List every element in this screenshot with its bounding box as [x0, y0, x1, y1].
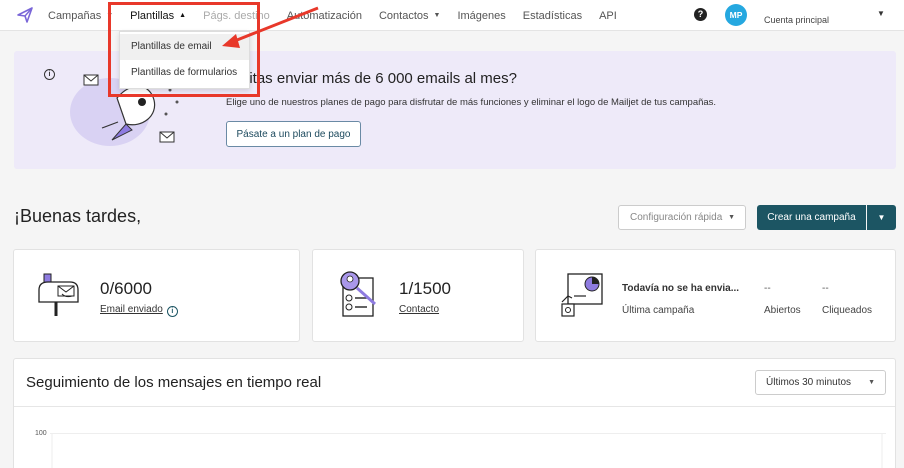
y-axis-tick-label: 100: [35, 430, 47, 437]
opened-value: --: [764, 283, 771, 294]
nav-item-campaigns[interactable]: Campañas ▼: [48, 10, 113, 22]
annotation-arrow-icon: [222, 6, 319, 48]
account-name[interactable]: Cuenta principal: [764, 15, 829, 25]
chevron-down-icon[interactable]: ▼: [877, 9, 885, 18]
emails-sent-card: 0/6000 Email enviado i: [13, 249, 300, 342]
time-range-label: Últimos 30 minutos: [766, 377, 852, 388]
contacts-card: 1/1500 Contacto: [312, 249, 524, 342]
mailjet-logo-icon[interactable]: [16, 6, 34, 24]
last-campaign-card: Todavía no se ha envia... Última campaña…: [535, 249, 896, 342]
banner-title: cesitas enviar más de 6 000 emails al me…: [226, 70, 517, 87]
chart-gridlines: [50, 433, 886, 468]
greeting-heading: ¡Buenas tardes,: [14, 206, 142, 226]
contact-list-icon: [340, 271, 376, 317]
panel-title: Seguimiento de los mensajes en tiempo re…: [26, 374, 322, 391]
nav-item-label: Estadísticas: [522, 9, 583, 22]
nav-item-label: Imágenes: [457, 9, 506, 22]
nav-item-label: Campañas: [48, 9, 102, 22]
create-campaign-button[interactable]: Crear una campaña: [757, 205, 866, 230]
chevron-down-icon: ▼: [877, 213, 886, 222]
create-campaign-options-button[interactable]: ▼: [867, 205, 896, 230]
last-campaign-title[interactable]: Todavía no se ha envia...: [622, 283, 739, 294]
divider: [14, 406, 895, 407]
upgrade-plan-button[interactable]: Pásate a un plan de pago: [226, 121, 361, 147]
opened-label: Abiertos: [764, 305, 801, 316]
clicked-label: Cliqueados: [822, 305, 873, 316]
chevron-down-icon: ▼: [433, 12, 441, 19]
mailbox-icon: [38, 273, 79, 316]
info-icon[interactable]: i: [166, 306, 178, 317]
quick-setup-select[interactable]: Configuración rápida ▼: [618, 205, 746, 230]
contacts-link[interactable]: Contacto: [399, 304, 439, 315]
emails-sent-value: 0/6000: [100, 279, 152, 298]
nav-item-label: Contactos: [378, 9, 429, 22]
chevron-down-icon: ▼: [868, 379, 875, 386]
nav-item-statistics[interactable]: Estadísticas: [523, 10, 582, 22]
banner-subtitle: Elige uno de nuestros planes de pago par…: [226, 97, 717, 108]
nav-item-contacts[interactable]: Contactos ▼: [379, 10, 440, 22]
avatar[interactable]: MP: [725, 4, 747, 26]
emails-sent-link[interactable]: Email enviado i: [100, 304, 178, 317]
nav-item-api[interactable]: API: [599, 10, 617, 22]
contacts-value: 1/1500: [399, 279, 451, 298]
info-icon[interactable]: i: [44, 69, 55, 80]
emails-sent-label: Email enviado: [100, 304, 163, 315]
last-campaign-label: Última campaña: [622, 305, 695, 316]
nav-item-label: API: [599, 9, 617, 22]
help-icon[interactable]: ?: [694, 8, 707, 21]
campaign-report-icon: [561, 273, 603, 317]
chevron-down-icon: ▼: [728, 214, 735, 221]
time-range-select[interactable]: Últimos 30 minutos ▼: [755, 370, 886, 395]
clicked-value: --: [822, 283, 829, 294]
realtime-tracking-panel: Seguimiento de los mensajes en tiempo re…: [13, 358, 896, 468]
nav-item-images[interactable]: Imágenes: [457, 10, 505, 22]
quick-setup-label: Configuración rápida: [630, 212, 723, 223]
